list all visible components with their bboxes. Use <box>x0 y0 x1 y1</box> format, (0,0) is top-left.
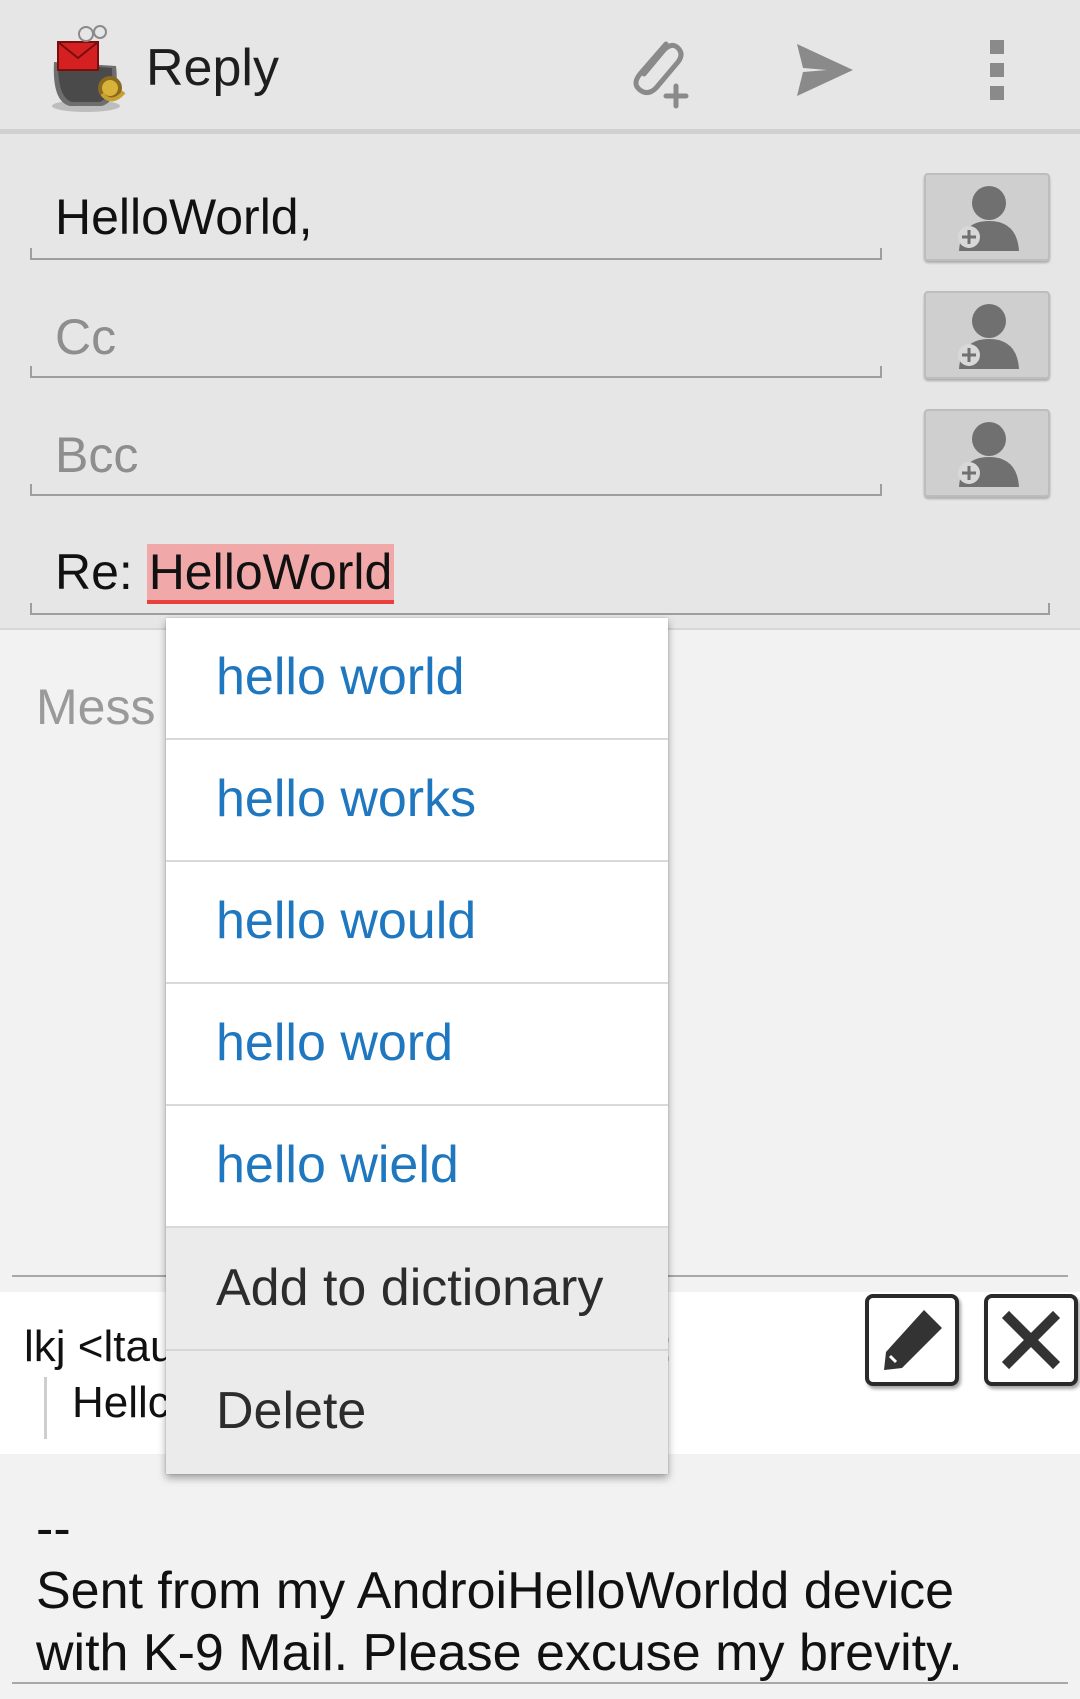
to-value: HelloWorld, <box>55 189 313 245</box>
spellcheck-suggestions-popup: hello world hello works hello would hell… <box>166 618 668 1474</box>
suggestion-item[interactable]: hello world <box>166 618 668 740</box>
cc-placeholder: Cc <box>55 309 117 365</box>
add-contact-icon <box>958 304 1019 369</box>
signature-text: -- Sent from my AndroiHelloWorldd device… <box>36 1500 963 1682</box>
add-contact-icon <box>958 422 1019 487</box>
send-icon[interactable] <box>775 20 875 120</box>
attach-icon[interactable] <box>610 20 710 120</box>
to-field[interactable]: HelloWorld, <box>30 172 882 260</box>
edit-quoted-button[interactable] <box>865 1294 959 1386</box>
bcc-placeholder: Bcc <box>55 427 139 483</box>
subject-prefix: Re: <box>55 544 147 600</box>
delete-quoted-button[interactable] <box>984 1294 1078 1386</box>
pencil-icon <box>884 1310 942 1370</box>
message-placeholder: Mess <box>36 679 156 735</box>
quote-header: lkj <ltau <box>24 1322 175 1371</box>
suggestion-item[interactable]: hello would <box>166 862 668 984</box>
suggestion-item[interactable]: hello wield <box>166 1106 668 1228</box>
add-to-contact-button[interactable] <box>924 173 1050 261</box>
bcc-field[interactable]: Bcc <box>30 408 882 496</box>
suggestion-item[interactable]: hello word <box>166 984 668 1106</box>
misspelled-word[interactable]: HelloWorld <box>146 544 395 604</box>
signature-area[interactable]: -- Sent from my AndroiHelloWorldd device… <box>0 1454 1080 1699</box>
add-cc-contact-button[interactable] <box>924 291 1050 379</box>
subject-field[interactable]: Re: HelloWorld <box>30 527 1050 615</box>
k9-mail-app-icon[interactable] <box>40 22 132 114</box>
add-bcc-contact-button[interactable] <box>924 409 1050 497</box>
overflow-menu-icon[interactable] <box>950 20 1045 120</box>
close-x-icon <box>1001 1310 1061 1370</box>
add-contact-icon <box>958 186 1019 251</box>
cc-field[interactable]: Cc <box>30 290 882 378</box>
suggestion-item[interactable]: hello works <box>166 740 668 862</box>
add-to-dictionary-button[interactable]: Add to dictionary <box>166 1228 668 1351</box>
signature-underline <box>12 1682 1068 1684</box>
delete-word-button[interactable]: Delete <box>166 1351 668 1474</box>
quote-body: Hellc <box>72 1378 170 1427</box>
subject-value: Re: HelloWorld <box>55 543 395 604</box>
quote-bar <box>44 1377 47 1439</box>
page-title: Reply <box>146 39 279 97</box>
action-bar: Reply <box>0 0 1080 134</box>
